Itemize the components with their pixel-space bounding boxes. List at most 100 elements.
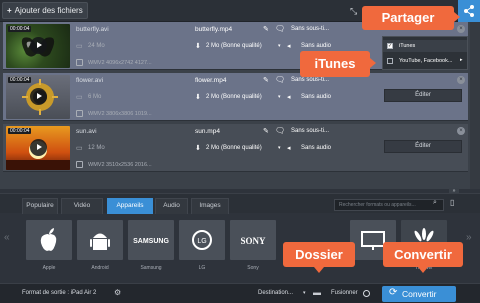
- file-thumbnail[interactable]: 00:00:04: [6, 24, 70, 68]
- menu-item-youtube[interactable]: YouTube, Facebook... ▸: [383, 55, 467, 67]
- play-icon[interactable]: [30, 37, 47, 54]
- folder-icon[interactable]: ▭: [76, 144, 83, 152]
- callout-convert-pointer: [418, 267, 428, 273]
- callout-itunes-pointer: [370, 58, 376, 68]
- scroll-right-arrow[interactable]: »: [466, 232, 472, 243]
- destination-dropdown[interactable]: Destination...: [258, 290, 293, 296]
- chevron-right-icon: ▸: [460, 57, 463, 63]
- share-button[interactable]: [458, 0, 480, 22]
- output-quality-dropdown[interactable]: 2 Mo (Bonne qualité): [206, 43, 262, 49]
- file-row[interactable]: 00:00:04 sun.avi ▭ 12 Mo WMV2 3510x2536 …: [3, 124, 468, 172]
- device-label: Android: [91, 265, 109, 271]
- info-icon[interactable]: [76, 110, 83, 117]
- source-meta: WMV2 4096x2742 4127...: [88, 60, 152, 66]
- speaker-icon: ◂: [287, 145, 291, 152]
- output-filename[interactable]: sun.mp4: [195, 128, 220, 135]
- subtitle-icon: 🗨: [275, 75, 286, 84]
- tab-video[interactable]: Vidéo: [61, 198, 103, 214]
- output-format-label: Format de sortie : iPad Air 2: [22, 290, 97, 296]
- speaker-icon: ◂: [287, 94, 291, 101]
- share-icon: [464, 5, 474, 17]
- audio-dropdown[interactable]: Sans audio: [301, 43, 331, 49]
- callout-itunes: iTunes: [300, 51, 370, 77]
- pencil-icon[interactable]: ✎: [263, 127, 269, 135]
- chevron-down-icon[interactable]: ▾: [278, 43, 281, 49]
- download-arrow-icon: ⬇: [195, 43, 201, 50]
- subtitle-icon: 🗨: [275, 24, 286, 33]
- source-size: 24 Mo: [88, 43, 105, 49]
- chevron-down-icon[interactable]: ▾: [303, 290, 306, 296]
- menu-item-itunes[interactable]: ✓ iTunes: [383, 40, 467, 52]
- share-dropdown-menu: ✓ iTunes YouTube, Facebook... ▸: [382, 36, 468, 70]
- device-tile-samsung[interactable]: SAMSUNG: [128, 220, 174, 260]
- info-icon[interactable]: [76, 59, 83, 66]
- remove-file-icon[interactable]: ×: [457, 25, 465, 33]
- subtitles-dropdown[interactable]: Sans sous-ti...: [291, 26, 329, 32]
- play-icon[interactable]: [30, 88, 47, 105]
- device-detect-icon[interactable]: ▯: [450, 198, 454, 207]
- callout-folder-pointer: [314, 267, 324, 273]
- menu-item-label: iTunes: [399, 43, 416, 49]
- add-files-button[interactable]: + Ajouter des fichiers: [2, 2, 88, 19]
- device-label: Samsung: [140, 265, 162, 271]
- edit-button[interactable]: Éditer: [384, 89, 462, 102]
- scroll-left-arrow[interactable]: «: [4, 232, 10, 243]
- checkbox-itunes[interactable]: ✓: [387, 43, 393, 49]
- remove-file-icon[interactable]: ×: [457, 76, 465, 84]
- output-quality-dropdown[interactable]: 2 Mo (Bonne qualité): [206, 145, 262, 151]
- folder-icon[interactable]: ▭: [76, 42, 83, 50]
- merge-toggle[interactable]: [363, 290, 370, 297]
- checkbox-youtube[interactable]: [387, 58, 393, 64]
- subtitles-dropdown[interactable]: Sans sous-ti...: [291, 128, 329, 134]
- refresh-icon: ⟳: [389, 287, 398, 298]
- duration-badge: 00:00:04: [8, 77, 32, 83]
- bottom-bar: Format de sortie : iPad Air 2 ⚙ Destinat…: [0, 283, 480, 303]
- subtitles-dropdown[interactable]: Sans sous-ti...: [291, 77, 329, 83]
- info-icon[interactable]: [76, 161, 83, 168]
- device-tile-sony[interactable]: SONY: [230, 220, 276, 260]
- pencil-icon[interactable]: ✎: [263, 76, 269, 84]
- device-tile-android[interactable]: [77, 220, 123, 260]
- device-label: Apple: [42, 265, 56, 271]
- tab-populaire[interactable]: Populaire: [22, 198, 58, 214]
- source-meta: WMV2 3510x2536 2016...: [88, 162, 152, 168]
- edit-button[interactable]: Éditer: [384, 140, 462, 153]
- audio-dropdown[interactable]: Sans audio: [301, 145, 331, 151]
- search-icon[interactable]: ⌕: [433, 199, 437, 207]
- source-filename: sun.avi: [76, 128, 97, 135]
- gear-icon[interactable]: ⚙: [114, 288, 121, 297]
- tab-images[interactable]: Images: [191, 198, 229, 214]
- remove-file-icon[interactable]: ×: [457, 127, 465, 135]
- audio-dropdown[interactable]: Sans audio: [301, 94, 331, 100]
- menu-item-label: YouTube, Facebook...: [399, 58, 453, 64]
- pencil-icon[interactable]: ✎: [263, 25, 269, 33]
- convert-button[interactable]: ⟳ Convertir: [382, 286, 456, 302]
- sony-logo-icon: SONY: [240, 236, 266, 246]
- svg-text:SONY: SONY: [240, 236, 266, 246]
- subtitle-icon: 🗨: [275, 126, 286, 135]
- tab-audio[interactable]: Audio: [155, 198, 188, 214]
- output-filename[interactable]: flower.mp4: [195, 77, 226, 84]
- device-tile-lg[interactable]: LG: [179, 220, 225, 260]
- device-label: LG: [198, 265, 206, 271]
- format-search-input[interactable]: Rechercher formats ou appareils...: [334, 199, 444, 211]
- play-icon[interactable]: [30, 139, 47, 156]
- download-arrow-icon: ⬇: [195, 94, 201, 101]
- output-quality-dropdown[interactable]: 2 Mo (Bonne qualité): [206, 94, 262, 100]
- chevron-down-icon[interactable]: ▾: [278, 145, 281, 151]
- magic-wand-icon[interactable]: ⤡: [350, 6, 360, 16]
- output-filename[interactable]: butterfly.mp4: [195, 26, 232, 33]
- tab-appareils[interactable]: Appareils: [107, 198, 153, 214]
- android-logo-icon: [90, 233, 110, 250]
- duration-badge: 00:00:04: [8, 128, 32, 134]
- folder-icon[interactable]: ▬: [313, 288, 321, 297]
- scrollbar[interactable]: [470, 22, 480, 189]
- device-tile-apple[interactable]: [26, 220, 72, 260]
- folder-icon[interactable]: ▭: [76, 93, 83, 101]
- chevron-down-icon[interactable]: ▾: [278, 94, 281, 100]
- file-thumbnail[interactable]: 00:00:04: [6, 126, 70, 170]
- apple-logo-icon: [40, 228, 57, 251]
- file-row[interactable]: 00:00:04 flower.avi ▭ 6 Mo WMV2 3806x380…: [3, 73, 468, 121]
- callout-share-pointer: [454, 12, 460, 22]
- file-thumbnail[interactable]: 00:00:04: [6, 75, 70, 119]
